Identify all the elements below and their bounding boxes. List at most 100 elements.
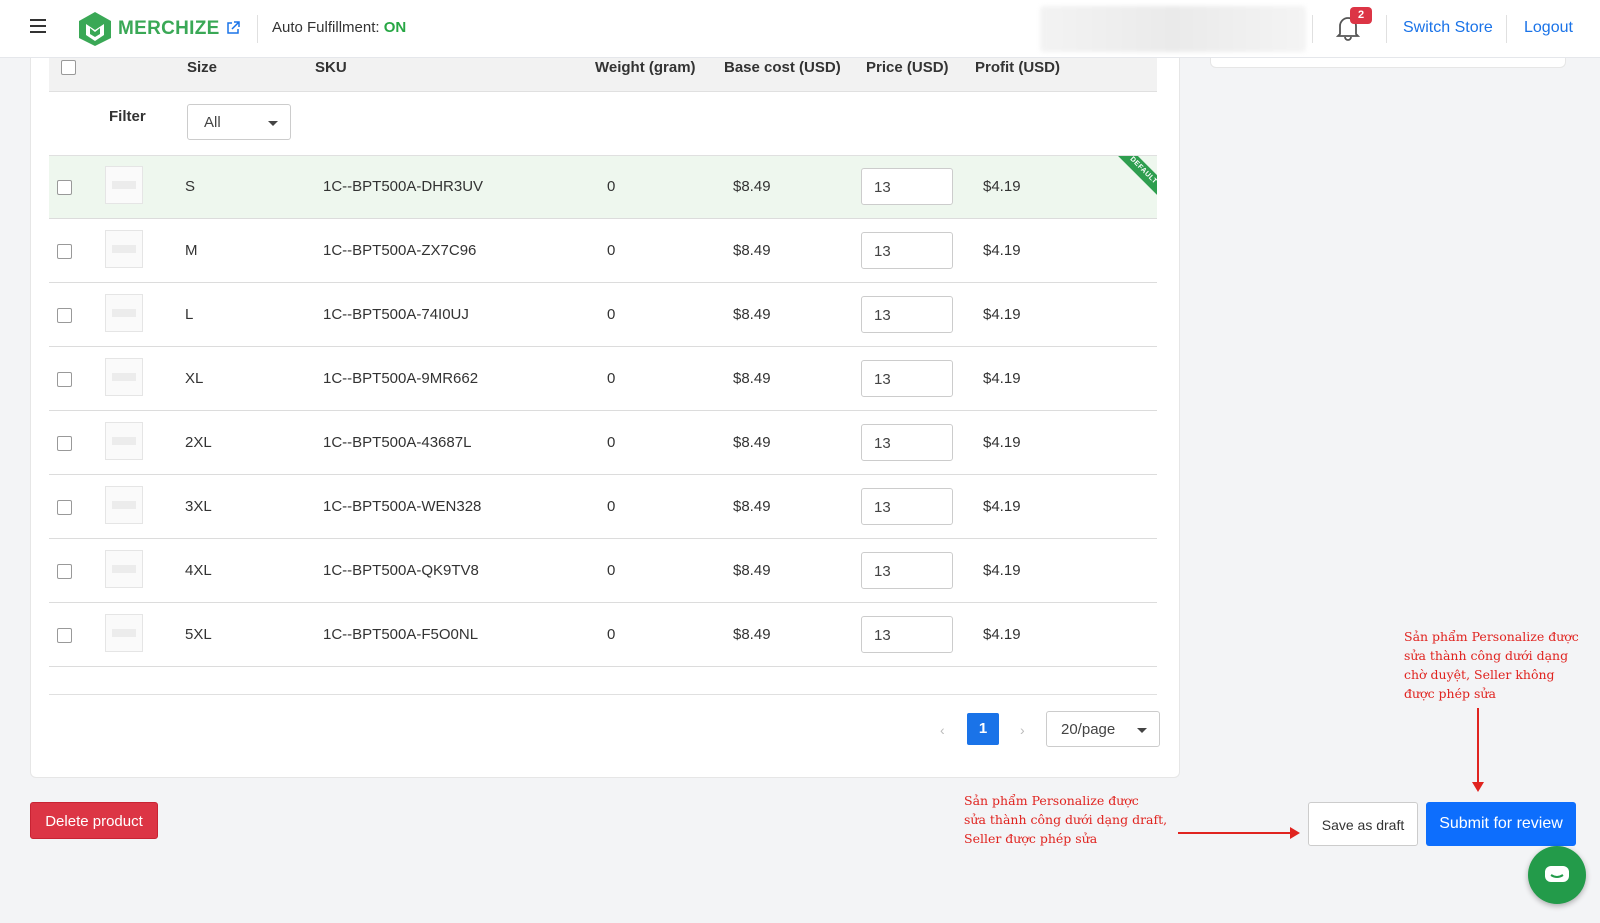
review-annotation: Sản phẩm Personalize được sửa thành công… [1404, 627, 1579, 703]
variant-size: 4XL [185, 562, 212, 579]
row-checkbox[interactable] [57, 436, 72, 451]
header-divider [257, 15, 258, 43]
fulfillment-on-badge: ON [383, 19, 407, 36]
variant-size: S [185, 178, 196, 195]
next-page-icon[interactable]: › [1020, 722, 1025, 738]
variant-size: 5XL [185, 626, 212, 643]
row-checkbox[interactable] [57, 244, 72, 259]
variant-weight: 0 [607, 626, 616, 643]
pagination-divider [49, 694, 1157, 695]
variants-table-header: Size SKU Weight (gram) Base cost (USD) P… [49, 58, 1157, 92]
price-input[interactable]: 13 [861, 360, 953, 397]
price-input[interactable]: 13 [861, 168, 953, 205]
variant-base-cost: $8.49 [733, 562, 771, 579]
filter-row: Filter All [49, 92, 1157, 156]
variant-weight: 0 [607, 562, 616, 579]
annotation-line: Sản phẩm Personalize được [964, 793, 1139, 808]
variant-thumbnail[interactable] [105, 230, 143, 268]
filter-label: Filter [109, 108, 146, 125]
variant-thumbnail[interactable] [105, 166, 143, 204]
column-header-weight[interactable]: Weight (gram) [595, 58, 696, 78]
page-1-button[interactable]: 1 [967, 713, 999, 745]
annotation-line: chờ duyệt, Seller không [1404, 667, 1555, 682]
size-filter-select[interactable]: All [187, 104, 291, 140]
variant-thumbnail[interactable] [105, 294, 143, 332]
annotation-line: Seller được phép sửa [964, 831, 1098, 846]
price-input-value: 13 [874, 627, 891, 644]
caret-down-icon [268, 121, 278, 126]
column-header-size[interactable]: Size [187, 58, 217, 78]
column-header-profit[interactable]: Profit (USD) [975, 58, 1060, 78]
page-size-value: 20/page [1061, 721, 1116, 738]
annotation-line: sửa thành công dưới dạng [1404, 648, 1569, 663]
variant-size: 3XL [185, 498, 212, 515]
annotation-arrow-down [1472, 708, 1484, 792]
price-input[interactable]: 13 [861, 424, 953, 461]
variant-sku: 1C--BPT500A-F5O0NL [323, 626, 479, 643]
variant-profit: $4.19 [983, 242, 1021, 259]
header-divider [1506, 15, 1507, 43]
variant-sku: 1C--BPT500A-WEN328 [323, 498, 482, 515]
row-checkbox[interactable] [57, 308, 72, 323]
price-input[interactable]: 13 [861, 616, 953, 653]
variant-sku: 1C--BPT500A-43687L [323, 434, 472, 451]
submit-for-review-button[interactable]: Submit for review [1426, 802, 1576, 846]
variant-profit: $4.19 [983, 370, 1021, 387]
row-checkbox[interactable] [57, 180, 72, 195]
variant-base-cost: $8.49 [733, 306, 771, 323]
variant-profit: $4.19 [983, 178, 1021, 195]
row-checkbox[interactable] [57, 372, 72, 387]
caret-down-icon [1137, 728, 1147, 733]
logout-link[interactable]: Logout [1524, 19, 1573, 37]
variant-weight: 0 [607, 434, 616, 451]
price-input[interactable]: 13 [861, 296, 953, 333]
variant-thumbnail[interactable] [105, 550, 143, 588]
row-checkbox[interactable] [57, 564, 72, 579]
merchize-logo-icon [79, 12, 111, 46]
price-input-value: 13 [874, 179, 891, 196]
variant-base-cost: $8.49 [733, 370, 771, 387]
save-as-draft-button[interactable]: Save as draft [1308, 802, 1418, 846]
variant-size: XL [185, 370, 204, 387]
annotation-arrow-right [1178, 827, 1300, 839]
delete-product-button[interactable]: Delete product [30, 802, 158, 839]
size-filter-value: All [204, 114, 221, 131]
header-divider [1312, 15, 1313, 43]
switch-store-link[interactable]: Switch Store [1403, 19, 1493, 37]
header-divider [1386, 15, 1387, 43]
variant-profit: $4.19 [983, 562, 1021, 579]
row-checkbox[interactable] [57, 628, 72, 643]
variant-weight: 0 [607, 370, 616, 387]
variant-sku: 1C--BPT500A-9MR662 [323, 370, 479, 387]
variant-size: 2XL [185, 434, 212, 451]
variant-profit: $4.19 [983, 434, 1021, 451]
variant-thumbnail[interactable] [105, 614, 143, 652]
variant-thumbnail[interactable] [105, 422, 143, 460]
variant-profit: $4.19 [983, 626, 1021, 643]
menu-icon[interactable] [30, 19, 46, 33]
auto-fulfillment-status: Auto Fulfillment: ON [272, 19, 406, 36]
variant-row: 3XL 1C--BPT500A-WEN328 0 $8.49 13 $4.19 [49, 476, 1157, 539]
chat-widget-button[interactable] [1528, 846, 1586, 904]
column-header-sku[interactable]: SKU [315, 58, 347, 78]
column-header-base-cost[interactable]: Base cost (USD) [724, 58, 841, 78]
prev-page-icon[interactable]: ‹ [940, 722, 945, 738]
notification-count-badge: 2 [1350, 7, 1372, 24]
variant-row: XL 1C--BPT500A-9MR662 0 $8.49 13 $4.19 [49, 348, 1157, 411]
select-all-checkbox[interactable] [61, 60, 76, 75]
variant-weight: 0 [607, 178, 616, 195]
variant-base-cost: $8.49 [733, 498, 771, 515]
default-ribbon: DEFAULT [1115, 156, 1157, 199]
row-checkbox[interactable] [57, 500, 72, 515]
price-input[interactable]: 13 [861, 232, 953, 269]
price-input[interactable]: 13 [861, 488, 953, 525]
variant-thumbnail[interactable] [105, 358, 143, 396]
variant-sku: 1C--BPT500A-ZX7C96 [323, 242, 477, 259]
merchize-logo[interactable]: MERCHIZE [76, 10, 240, 48]
page-size-select[interactable]: 20/page [1046, 711, 1160, 747]
external-link-icon[interactable] [226, 20, 240, 38]
variant-thumbnail[interactable] [105, 486, 143, 524]
price-input[interactable]: 13 [861, 552, 953, 589]
variant-row: M 1C--BPT500A-ZX7C96 0 $8.49 13 $4.19 [49, 220, 1157, 283]
column-header-price[interactable]: Price (USD) [866, 58, 949, 78]
